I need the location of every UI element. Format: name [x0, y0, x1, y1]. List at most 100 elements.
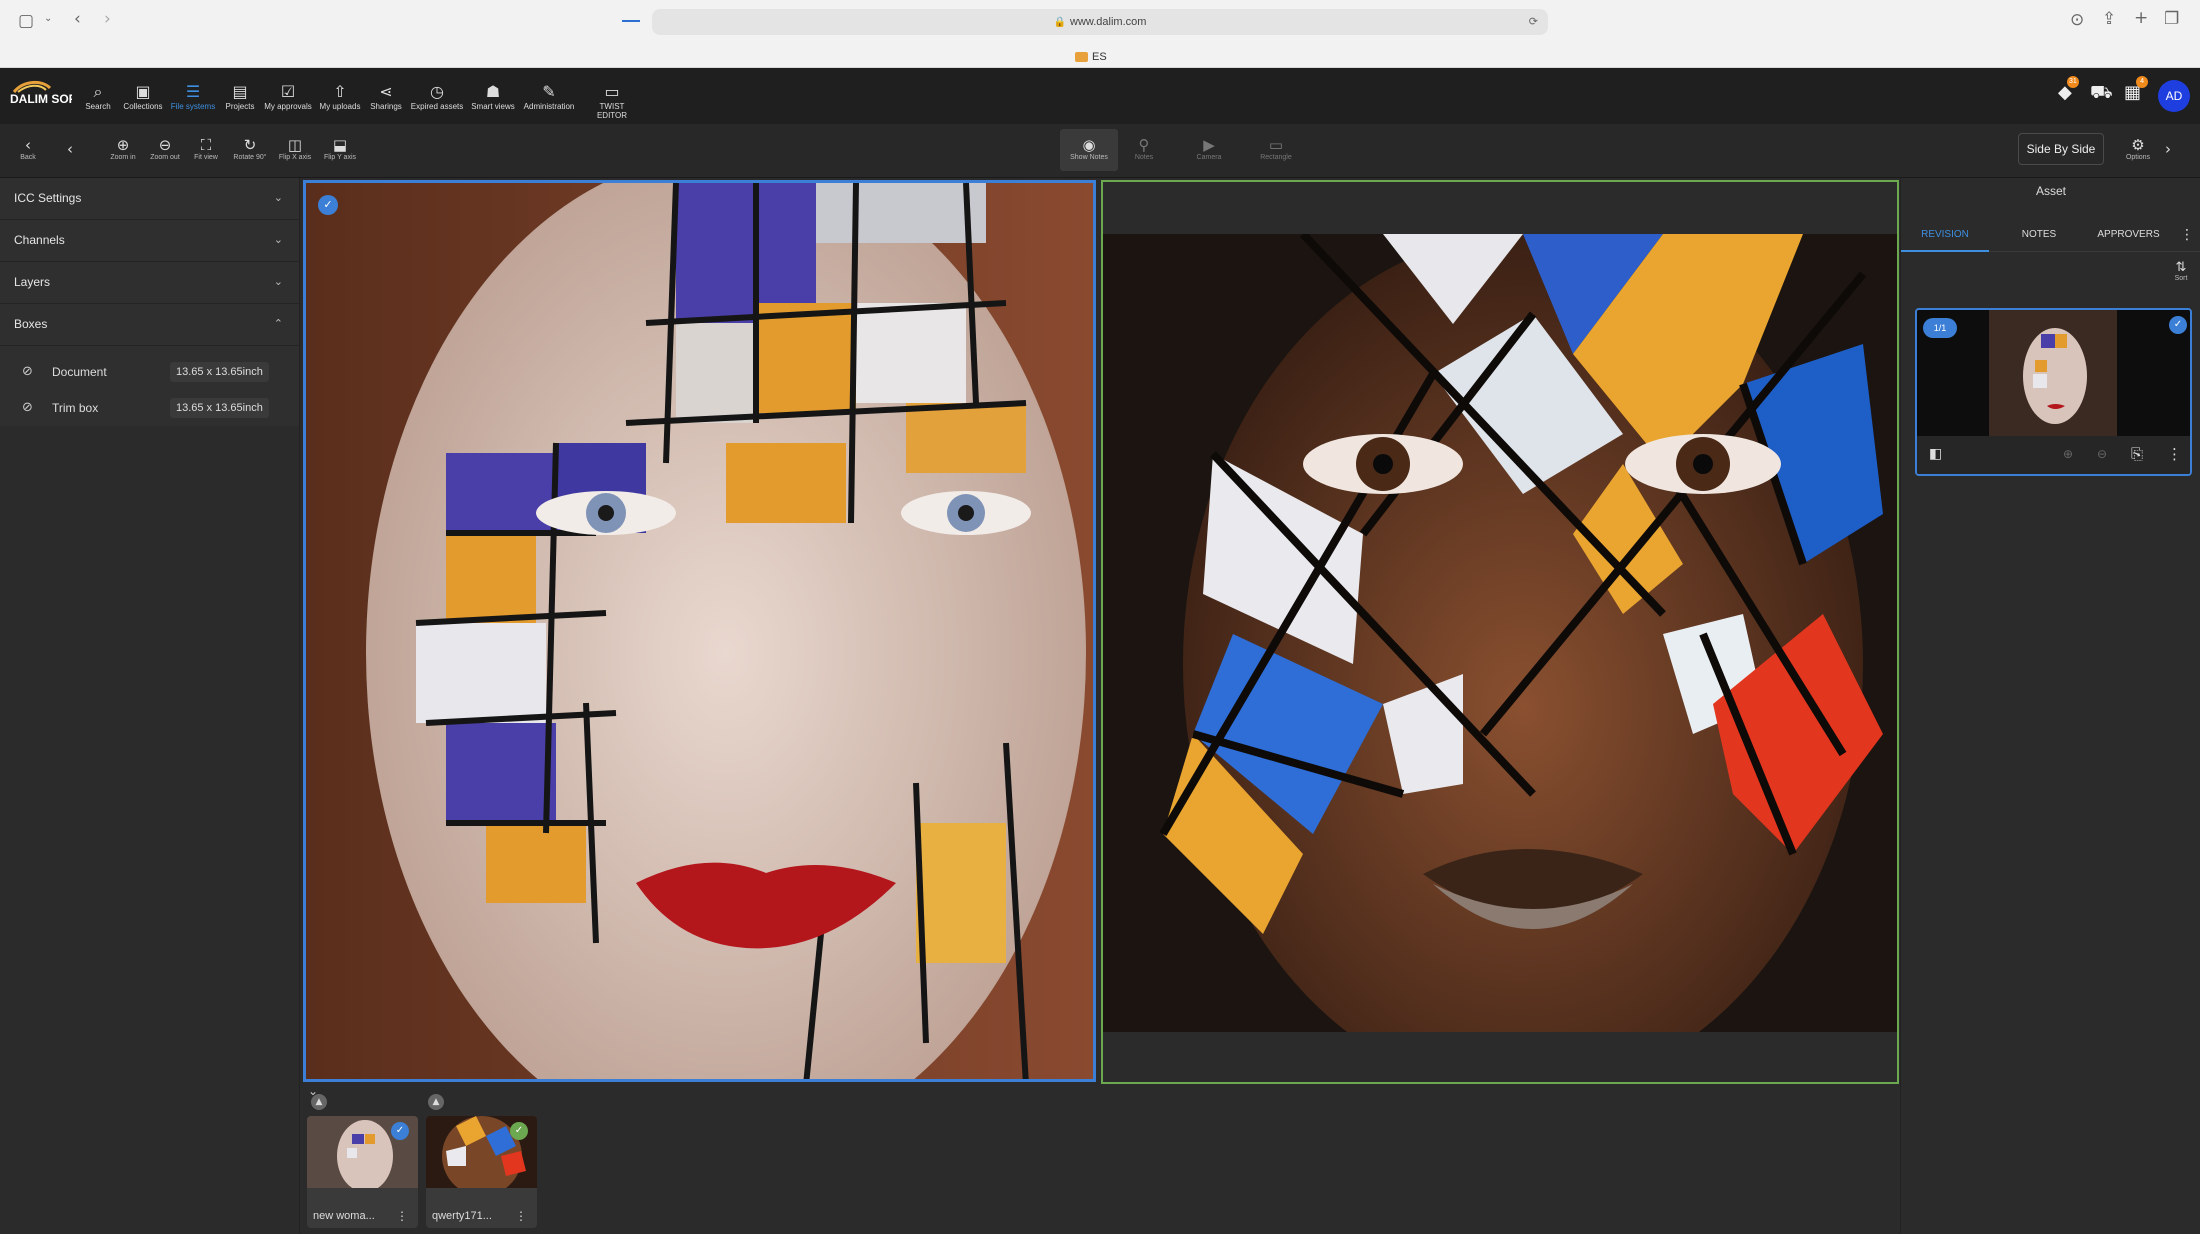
nav-administration[interactable]: ✎ Administration: [521, 82, 577, 111]
nav-label: TWIST EDITOR: [596, 102, 628, 120]
rectangle-button[interactable]: ▭ Rectangle: [1254, 136, 1298, 161]
revision-card[interactable]: 1/1 ✓ ◧ ⊕ ⊖ ⎘ ⋮: [1915, 308, 2192, 476]
zoom-out-icon: ⊖: [158, 136, 172, 154]
image-panel-right[interactable]: [1101, 180, 1899, 1084]
nav-smart-views[interactable]: ☗ Smart views: [465, 82, 521, 111]
chevron-left-icon: ‹: [67, 140, 73, 158]
show-notes-button[interactable]: ◉ Show Notes: [1060, 129, 1118, 171]
flip-y-button[interactable]: ⬓ Flip Y axis: [318, 136, 362, 161]
new-tab-icon[interactable]: +: [2134, 10, 2148, 27]
revision-thumbnail: [1989, 310, 2117, 436]
reload-icon[interactable]: ⟳: [1529, 9, 1538, 35]
nav-collections[interactable]: ▣ Collections: [115, 82, 171, 111]
nav-label: Collections: [123, 102, 163, 111]
nav-label: File systems: [170, 102, 216, 111]
clock-icon: ◷: [430, 82, 444, 101]
download-icon[interactable]: ⊙: [2070, 12, 2084, 29]
flip-y-label: Flip Y axis: [323, 154, 357, 161]
chevron-down-icon: ⌄: [273, 275, 283, 288]
forward-arrow-icon[interactable]: ›: [104, 11, 111, 28]
nav-label: Projects: [225, 102, 255, 111]
image-panel-left[interactable]: ✓: [303, 180, 1096, 1082]
nav-sharings[interactable]: ⋖ Sharings: [358, 82, 414, 111]
channels-section[interactable]: Channels ⌄: [0, 220, 299, 262]
nav-twist-editor[interactable]: ▭ TWIST EDITOR: [584, 82, 640, 120]
rotate-label: Rotate 90°: [233, 154, 267, 161]
notes-button[interactable]: ⚲ Notes: [1122, 136, 1166, 161]
tab-revision[interactable]: REVISION: [1901, 218, 1989, 252]
view-mode-select[interactable]: Side By Side: [2018, 133, 2104, 165]
camera-icon: ▶: [1203, 136, 1215, 154]
nav-my-approvals[interactable]: ☑ My approvals: [260, 82, 316, 111]
layers-section[interactable]: Layers ⌄: [0, 262, 299, 304]
url-text: www.dalim.com: [1070, 16, 1147, 28]
flip-x-button[interactable]: ◫ Flip X axis: [273, 136, 317, 161]
address-bar[interactable]: 🔒 www.dalim.com ⟳: [652, 9, 1548, 35]
right-panel-tabs: REVISION NOTES APPROVERS ⋮: [1901, 218, 2200, 252]
rectangle-label: Rectangle: [1260, 154, 1292, 161]
sort-button[interactable]: ⇅ Sort: [2169, 260, 2193, 282]
more-vertical-icon[interactable]: ⋮: [515, 1209, 527, 1223]
filmstrip: ⌄ ▲ ▲: [300, 1084, 1900, 1234]
share-icon[interactable]: ⇪: [2102, 11, 2116, 28]
left-panel: ICC Settings ⌄ Channels ⌄ Layers ⌄ Boxes ⌃ ⊘…: [0, 178, 300, 1234]
zoom-in-button[interactable]: ⊕ Zoom in: [101, 136, 145, 161]
monitor-icon: ▭: [604, 82, 620, 101]
filmstrip-item[interactable]: ✓ qwerty171... ⋮: [426, 1116, 537, 1228]
filmstrip-name: new woma...: [313, 1210, 375, 1222]
tasks-button[interactable]: ▦ 4: [2124, 76, 2149, 103]
rectangle-icon: ▭: [1268, 136, 1284, 154]
notifications-button[interactable]: ◆ 31: [2058, 76, 2079, 103]
icc-settings-section[interactable]: ICC Settings ⌄: [0, 178, 299, 220]
eye-icon: ◉: [1082, 136, 1096, 154]
bookmark-icon[interactable]: ⎘: [2131, 445, 2143, 463]
eye-off-icon[interactable]: ⊘: [22, 354, 33, 390]
fit-view-button[interactable]: ⛶ Fit view: [184, 136, 228, 161]
tab-approvers[interactable]: APPROVERS: [2081, 218, 2176, 252]
smart-views-icon: ☗: [485, 82, 501, 101]
avatar[interactable]: AD: [2158, 80, 2190, 112]
nav-label: My uploads: [319, 102, 361, 111]
rotate-button[interactable]: ↻ Rotate 90°: [228, 136, 272, 161]
back-arrow-icon[interactable]: ‹: [74, 11, 81, 28]
chevron-down-icon: ⌄: [273, 191, 283, 204]
more-vertical-icon[interactable]: ⋮: [2177, 218, 2197, 252]
zoom-in-label: Zoom in: [110, 154, 136, 161]
chevron-down-icon[interactable]: ⌄: [44, 14, 52, 24]
next-button[interactable]: ›: [2154, 140, 2182, 158]
approve-icon[interactable]: ⊕: [2063, 447, 2073, 461]
filmstrip-item[interactable]: ✓ new woma... ⋮: [307, 1116, 418, 1228]
previous-button[interactable]: ‹: [48, 140, 92, 158]
more-vertical-icon[interactable]: ⋮: [396, 1209, 408, 1223]
zoom-out-button[interactable]: ⊖ Zoom out: [143, 136, 187, 161]
nav-label: My approvals: [264, 102, 312, 111]
selected-check-icon[interactable]: ✓: [2169, 316, 2187, 334]
nav-expired-assets[interactable]: ◷ Expired assets: [409, 82, 465, 111]
nav-label: Sharings: [370, 102, 402, 111]
sort-icon: ⇅: [2175, 260, 2187, 275]
cart-button[interactable]: ⛟: [2090, 82, 2113, 106]
boxes-section[interactable]: Boxes ⌃: [0, 304, 299, 346]
upload-version-icon[interactable]: ▲: [428, 1094, 444, 1110]
fit-view-label: Fit view: [194, 154, 218, 161]
reject-icon[interactable]: ⊖: [2097, 447, 2107, 461]
back-label: Back: [20, 154, 36, 161]
eye-off-icon[interactable]: ⊘: [22, 390, 33, 426]
camera-button[interactable]: ▶ Camera: [1187, 136, 1231, 161]
tab-indicator: [622, 20, 640, 22]
tab-notes[interactable]: NOTES: [2001, 218, 2077, 252]
sidebar-toggle-icon[interactable]: ▢: [18, 13, 34, 30]
back-button[interactable]: ‹ Back: [6, 136, 50, 161]
rotate-icon: ↻: [243, 136, 257, 154]
upload-version-icon[interactable]: ▲: [311, 1094, 327, 1110]
compare-icon[interactable]: ◧: [1929, 446, 1942, 462]
tab-overview-icon[interactable]: ❐: [2164, 11, 2179, 28]
box-value: 13.65 x 13.65inch: [170, 398, 269, 418]
tasks-badge: 4: [2136, 76, 2149, 88]
more-vertical-icon[interactable]: ⋮: [2167, 445, 2182, 463]
selected-check-icon[interactable]: ✓: [318, 195, 338, 215]
sort-label: Sort: [2174, 275, 2188, 282]
chevron-right-icon: ›: [2165, 140, 2171, 158]
zoom-in-icon: ⊕: [116, 136, 130, 154]
browser-tab[interactable]: ES: [1075, 48, 1107, 66]
